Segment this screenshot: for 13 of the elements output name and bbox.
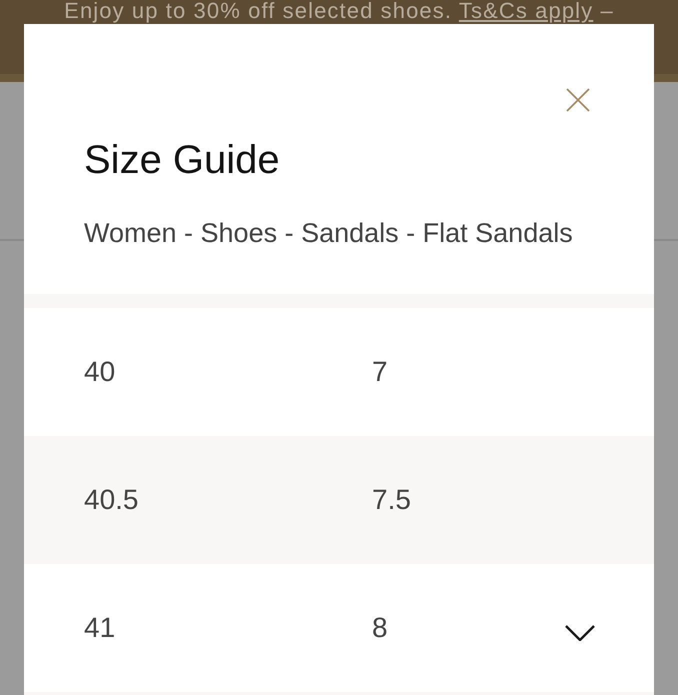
terms-link[interactable]: Ts&Cs apply	[458, 0, 594, 23]
dialog-title: Size Guide	[84, 137, 280, 184]
table-cell: 7.5	[372, 483, 411, 517]
promo-text: Enjoy up to 30% off selected shoes. Ts&Cs apply –	[64, 0, 614, 22]
chevron-down-icon[interactable]	[565, 625, 595, 641]
table-cell: 7	[372, 355, 388, 389]
table-cell: 41	[84, 611, 116, 645]
table-cell: 8	[372, 611, 388, 645]
close-icon	[566, 88, 590, 112]
table-cell: 40.5	[84, 483, 138, 517]
category-breadcrumb: Women - Shoes - Sandals - Flat Sandals	[84, 217, 573, 249]
table-cell: 40	[84, 355, 116, 389]
close-button[interactable]	[566, 88, 590, 112]
